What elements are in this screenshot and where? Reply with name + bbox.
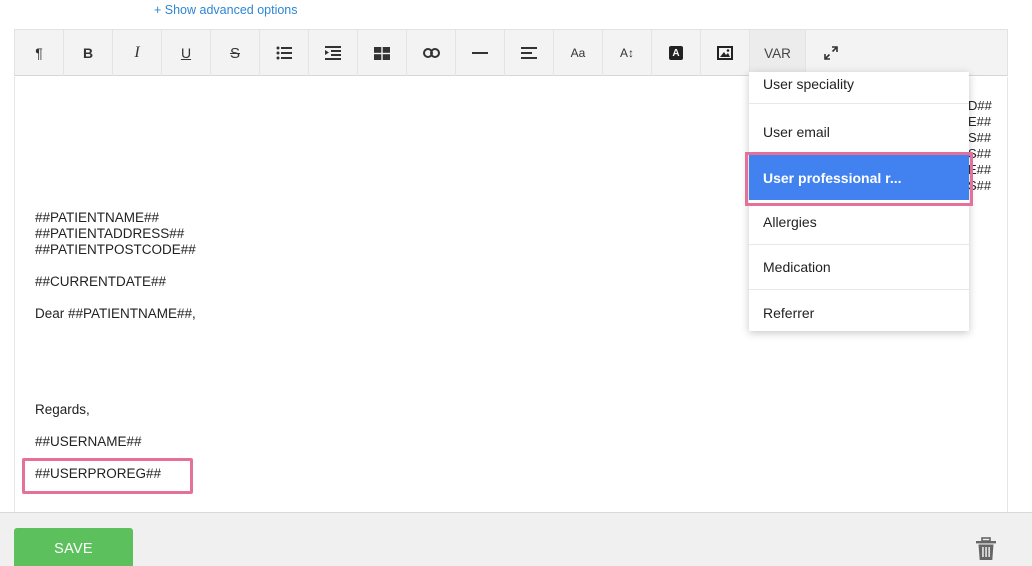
- save-button[interactable]: SAVE: [14, 528, 133, 566]
- bold-icon: B: [82, 45, 94, 61]
- hidden-variable-fragment: S##: [968, 130, 992, 145]
- dropdown-item-referrer[interactable]: Referrer: [749, 290, 969, 335]
- hidden-variable-fragment: D##: [968, 98, 992, 113]
- bulleted-list-button[interactable]: [260, 30, 309, 76]
- selected-item-highlight: [745, 152, 973, 206]
- text-color-button[interactable]: A: [652, 30, 701, 76]
- insert-image-button[interactable]: [701, 30, 750, 76]
- var-label: VAR: [764, 45, 791, 61]
- horizontal-line-icon: [472, 52, 488, 54]
- horizontal-rule-button[interactable]: [456, 30, 505, 76]
- strikethrough-icon: S: [229, 44, 240, 62]
- inserted-variable-highlight: [22, 458, 193, 494]
- strikethrough-button[interactable]: S: [211, 30, 260, 76]
- paragraph-format-button[interactable]: ¶: [15, 30, 64, 76]
- insert-table-button[interactable]: [358, 30, 407, 76]
- fullscreen-expand-icon: [823, 46, 838, 60]
- image-icon: [717, 46, 733, 60]
- dropdown-item-user-email[interactable]: User email: [749, 110, 969, 155]
- text-color-icon: A: [669, 46, 683, 60]
- italic-icon: I: [134, 44, 140, 61]
- indent-icon: [325, 45, 341, 60]
- patient-address-line: ##PATIENTADDRESS##: [35, 226, 185, 241]
- underline-button[interactable]: U: [162, 30, 211, 76]
- trash-icon[interactable]: [975, 537, 997, 561]
- underline-icon: U: [180, 45, 192, 61]
- link-icon: [422, 48, 440, 58]
- paragraph-icon: ¶: [35, 45, 43, 61]
- font-size-icon: A↕: [619, 46, 634, 60]
- editor-footer: [0, 512, 1032, 566]
- bold-button[interactable]: B: [64, 30, 113, 76]
- align-button[interactable]: [505, 30, 554, 76]
- align-left-icon: [521, 47, 537, 59]
- current-date-line: ##CURRENTDATE##: [35, 274, 167, 289]
- username-line: ##USERNAME##: [35, 434, 142, 449]
- patient-postcode-line: ##PATIENTPOSTCODE##: [35, 242, 196, 257]
- bulleted-list-icon: [276, 46, 292, 60]
- italic-button[interactable]: I: [113, 30, 162, 76]
- show-advanced-options-link[interactable]: + Show advanced options: [154, 3, 298, 17]
- hidden-variable-fragment: E##: [968, 114, 992, 129]
- table-icon: [374, 46, 390, 60]
- insert-link-button[interactable]: [407, 30, 456, 76]
- font-family-button[interactable]: Aa: [554, 30, 603, 76]
- dropdown-item-allergies[interactable]: Allergies: [749, 200, 969, 245]
- patient-name-line: ##PATIENTNAME##: [35, 210, 160, 225]
- greeting-line: Dear ##PATIENTNAME##,: [35, 306, 196, 321]
- dropdown-item-medication[interactable]: Medication: [749, 245, 969, 290]
- font-size-button[interactable]: A↕: [603, 30, 652, 76]
- regards-line: Regards,: [35, 402, 90, 417]
- dropdown-item-user-speciality[interactable]: User speciality: [749, 65, 969, 104]
- indent-button[interactable]: [309, 30, 358, 76]
- font-family-icon: Aa: [570, 46, 586, 60]
